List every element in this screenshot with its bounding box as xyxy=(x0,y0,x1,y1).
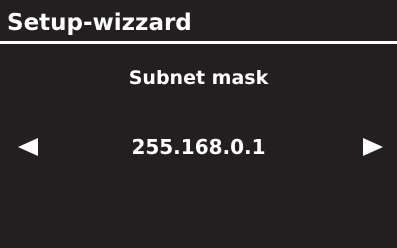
triangle-right-icon xyxy=(363,138,383,156)
setting-value[interactable]: 255.168.0.1 xyxy=(0,133,397,161)
wizard-title: Setup-wizzard xyxy=(7,10,192,36)
setting-label: Subnet mask xyxy=(128,67,269,89)
next-value-button[interactable] xyxy=(363,138,383,156)
header-divider xyxy=(0,41,397,44)
setup-wizard-screen: Setup-wizzard Subnet mask 255.168.0.1 xyxy=(0,0,397,248)
